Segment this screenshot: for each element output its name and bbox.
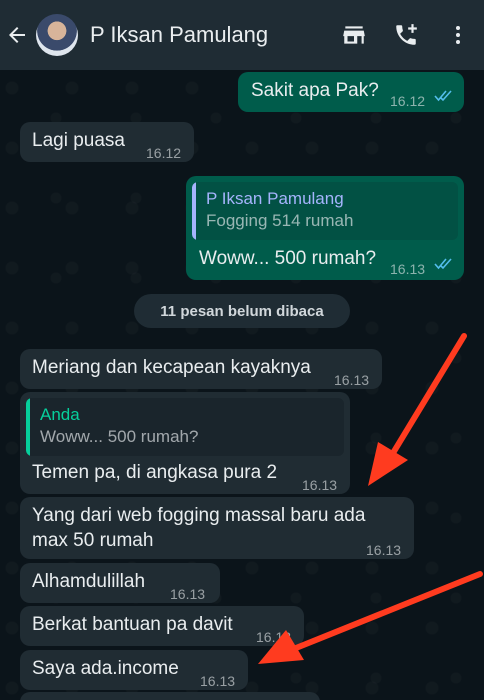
message-time: 16.12: [146, 145, 182, 161]
quoted-author: Anda: [40, 405, 80, 424]
message-text: Meriang dan kecapean kayaknya: [32, 357, 311, 378]
quoted-author: P Iksan Pamulang: [206, 189, 344, 208]
chat-area[interactable]: Sakit apa Pak? 16.12 Lagi puasa 16.12 P …: [0, 70, 484, 700]
quoted-message[interactable]: Anda Woww... 500 rumah?: [26, 398, 344, 456]
more-vert-icon[interactable]: [432, 0, 484, 70]
message-text: Lagi puasa: [32, 130, 125, 151]
message-bubble[interactable]: Sakit apa Pak? 16.12: [238, 72, 464, 112]
message-time: 16.13: [170, 586, 206, 602]
message-text: Temen pa, di angkasa pura 2: [32, 462, 278, 483]
quoted-text: Woww... 500 rumah?: [40, 427, 199, 446]
message-time: 16.13: [302, 477, 338, 493]
message-text-line-2: max 50 rumah: [32, 530, 154, 551]
shop-icon[interactable]: [328, 0, 380, 70]
message-time: 16.13: [390, 261, 426, 277]
message-bubble[interactable]: Saya ada.income 16.13: [20, 650, 248, 690]
message-text: Berkat bantuan pa davit: [32, 614, 233, 635]
message-bubble[interactable]: Alhamdulillah 16.13: [20, 563, 220, 603]
add-call-icon[interactable]: [380, 0, 432, 70]
annotation-arrow-icon: [368, 333, 467, 486]
double-check-icon: [434, 90, 452, 102]
double-check-icon: [434, 258, 452, 270]
message-text: Alhamdulillah: [32, 571, 146, 592]
message-bubble[interactable]: Yang dari web fogging massal baru ada ma…: [20, 497, 414, 559]
message-time: 16.12: [390, 93, 426, 109]
message-time: 16.13: [200, 673, 236, 689]
message-text: Saya ada.income: [32, 658, 179, 679]
message-bubble[interactable]: Lagi puasa 16.12: [20, 122, 194, 162]
message-bubble[interactable]: P Iksan Pamulang Fogging 514 rumah Woww.…: [186, 176, 464, 280]
message-bubble[interactable]: Anda Woww... 500 rumah? Temen pa, di ang…: [20, 392, 350, 494]
quoted-message[interactable]: P Iksan Pamulang Fogging 514 rumah: [192, 182, 458, 240]
annotation-arrow-icon: [258, 571, 483, 664]
avatar[interactable]: [36, 14, 78, 56]
contact-name[interactable]: P Iksan Pamulang: [90, 22, 328, 48]
quoted-text: Fogging 514 rumah: [206, 211, 354, 230]
message-time: 16.13: [366, 542, 402, 558]
message-text: Sakit apa Pak?: [251, 80, 379, 101]
chat-header: P Iksan Pamulang: [0, 0, 484, 70]
message-bubble-partial[interactable]: [20, 692, 320, 700]
unread-messages-divider: 11 pesan belum dibaca: [134, 294, 350, 328]
back-arrow-icon[interactable]: [0, 0, 34, 70]
message-bubble[interactable]: Meriang dan kecapean kayaknya 16.13: [20, 349, 382, 389]
message-text-line-1: Yang dari web fogging massal baru ada: [32, 505, 366, 526]
message-text: Woww... 500 rumah?: [199, 248, 377, 269]
